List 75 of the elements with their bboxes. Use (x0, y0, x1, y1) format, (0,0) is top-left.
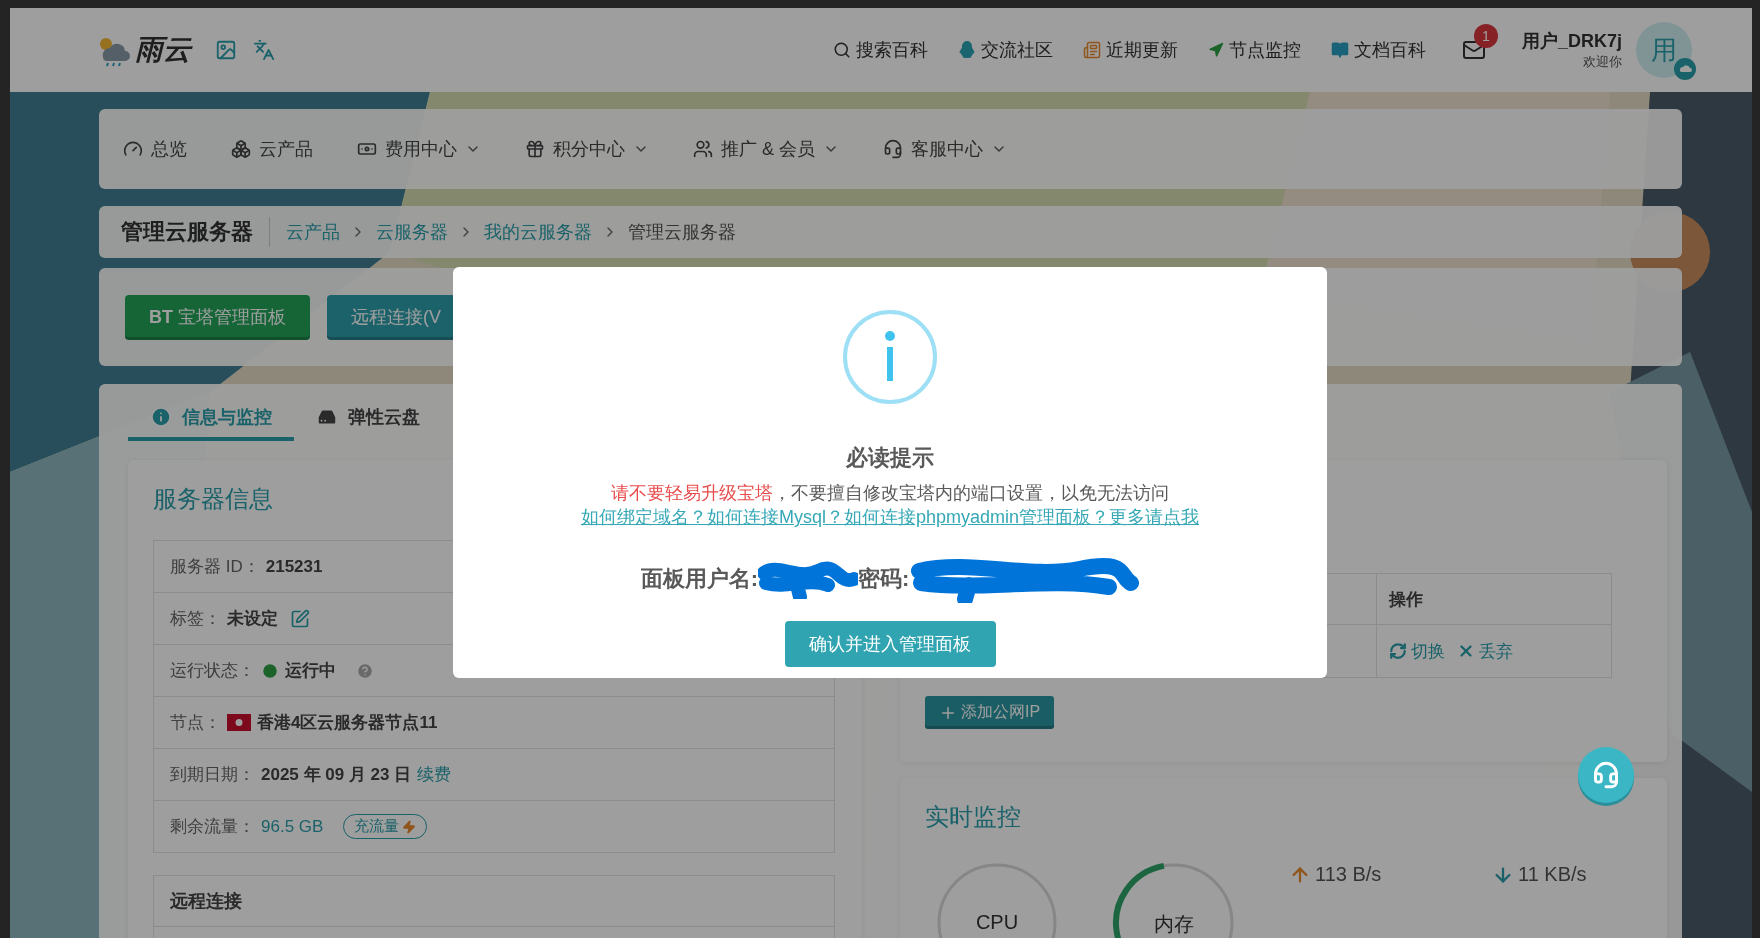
column-header: 操作 (1376, 574, 1611, 624)
play-icon (261, 661, 279, 680)
menu-item[interactable]: 云产品 (231, 137, 313, 161)
nav-link[interactable]: 近期更新 (1082, 38, 1178, 62)
tab[interactable]: 弹性云盘 (294, 396, 442, 441)
field-label: 到期日期： (170, 764, 255, 786)
confirm-button[interactable]: 确认并进入管理面板 (784, 621, 996, 667)
close-icon (1457, 642, 1475, 660)
refresh-icon (1389, 642, 1407, 660)
breadcrumb-link[interactable]: 我的云服务器 (484, 220, 592, 244)
lightning-icon (402, 819, 417, 834)
greeting-text: 欢迎你 (1583, 53, 1622, 71)
menu-item[interactable]: 客服中心 (883, 137, 1007, 161)
gift-icon (525, 139, 545, 159)
translate-icon[interactable] (253, 39, 275, 61)
credential-label: 面板用户名: (640, 565, 758, 593)
field-value: 运行中 (285, 660, 336, 682)
field-label: 运行状态： (170, 660, 255, 682)
tab[interactable]: 信息与监控 (128, 396, 294, 441)
gauge-label: CPU (974, 911, 1020, 934)
download-speed: 11 KB/s (1492, 863, 1642, 886)
help-icon[interactable] (356, 661, 374, 680)
nav-link[interactable]: 交流社区 (957, 38, 1053, 62)
search-icon (832, 41, 851, 59)
headset-icon (1592, 761, 1620, 789)
row-action-link[interactable]: 切换 (1389, 639, 1445, 663)
menu-item[interactable]: 积分中心 (525, 137, 649, 161)
field-value: 未设定 (227, 608, 278, 630)
gauge-label: 内存 (1153, 912, 1195, 937)
field-label: 节点： (170, 712, 221, 734)
field-label: 服务器 ID： (170, 556, 260, 578)
info-icon (150, 405, 172, 428)
edit-icon[interactable] (290, 608, 310, 629)
breadcrumb-link[interactable]: 云产品 (286, 220, 340, 244)
penguin-icon (957, 40, 976, 60)
traffic-value: 96.5 GB (261, 816, 324, 837)
row-action-link[interactable]: 丢弃 (1457, 639, 1513, 663)
boxes-icon (231, 139, 251, 159)
renew-link[interactable]: 续费 (417, 763, 452, 786)
info-icon (842, 309, 938, 405)
menu-item[interactable]: 总览 (123, 137, 187, 161)
navigation-arrow-icon (1207, 42, 1224, 58)
image-icon[interactable] (215, 39, 237, 61)
dialog-title: 必读提示 (846, 444, 934, 472)
credential-label: 密码: (858, 565, 910, 593)
nav-link[interactable]: 文档百科 (1330, 38, 1426, 62)
breadcrumb-current[interactable]: 管理云服务器 (628, 220, 736, 244)
field-value: 2025 年 09 月 23 日 (261, 764, 412, 786)
card-title: 服务器信息 (153, 484, 273, 514)
user-name: 用户_DRK7j (1521, 30, 1622, 53)
help-link[interactable]: 如何绑定域名？如何连接Mysql？如何连接phpmyadmin管理面板？更多请点我 (580, 505, 1200, 529)
nav-link[interactable]: 节点监控 (1207, 38, 1301, 62)
flag-icon (227, 714, 251, 731)
nav-link[interactable]: 搜索百科 (832, 38, 928, 62)
action-button[interactable]: BT 宝塔管理面板 (125, 294, 310, 340)
gauge-icon (123, 139, 143, 159)
field-label: 剩余流量： (170, 816, 255, 838)
newspaper-icon (1082, 41, 1101, 59)
field-label: 标签： (170, 608, 221, 630)
notification-badge: 1 (1473, 24, 1498, 48)
add-ip-button[interactable]: 添加公网IP (925, 696, 1055, 729)
menu-item[interactable]: 费用中心 (357, 137, 481, 161)
users-icon (693, 139, 713, 159)
warning-text: 请不要轻易升级宝塔，不要擅自修改宝塔内的端口设置，以免无法访问 (611, 482, 1169, 505)
section-title: 远程连接 (154, 876, 834, 927)
logo-text: 雨云 (135, 33, 191, 67)
field-value: 215231 (265, 556, 323, 577)
headset-icon (883, 139, 903, 159)
menu-item[interactable]: 推广 & 会员 (693, 137, 839, 161)
upload-speed: 113 B/s (1289, 863, 1439, 886)
breadcrumb-link[interactable]: 云服务器 (376, 220, 448, 244)
card-title: 实时监控 (925, 802, 1021, 832)
field-value: 香港4区云服务器节点11 (257, 712, 438, 734)
book-icon (1330, 41, 1349, 59)
page-title: 管理云服务器 (121, 218, 253, 246)
